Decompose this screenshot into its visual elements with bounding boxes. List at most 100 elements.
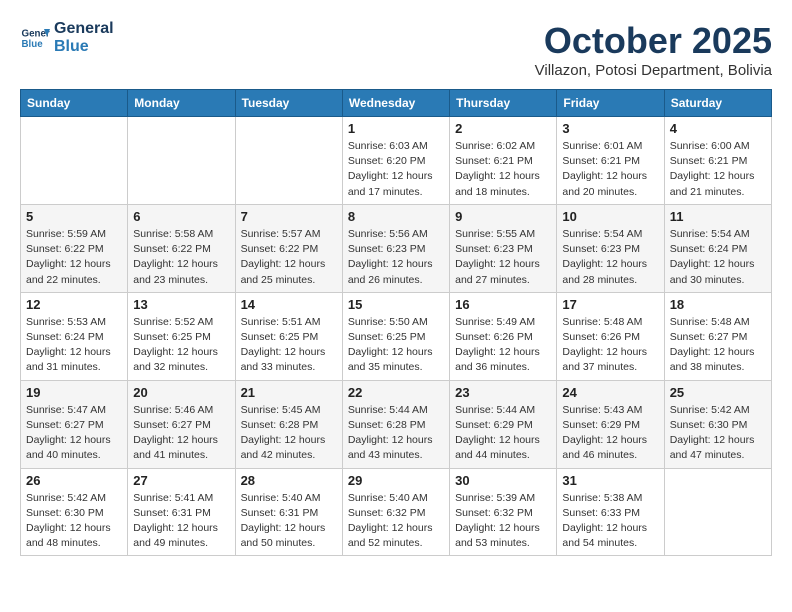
day-info: Sunrise: 5:44 AM Sunset: 6:29 PM Dayligh… (455, 403, 551, 464)
calendar-cell: 21 Sunrise: 5:45 AM Sunset: 6:28 PM Dayli… (235, 380, 342, 468)
logo-icon: General Blue (20, 23, 50, 53)
day-number: 26 (26, 473, 122, 488)
calendar-cell: 30Sunrise: 5:39 AM Sunset: 6:32 PM Dayli… (450, 468, 557, 556)
day-info: Sunrise: 5:49 AM Sunset: 6:26 PM Dayligh… (455, 315, 551, 376)
day-info: Sunrise: 6:03 AM Sunset: 6:20 PM Dayligh… (348, 139, 444, 200)
day-number: 10 (562, 209, 658, 224)
calendar-cell: 2 Sunrise: 6:02 AM Sunset: 6:21 PM Daylig… (450, 117, 557, 205)
calendar-cell: 15Sunrise: 5:50 AM Sunset: 6:25 PM Dayli… (342, 292, 449, 380)
day-number: 4 (670, 121, 766, 136)
day-info: Sunrise: 5:58 AM Sunset: 6:22 PM Dayligh… (133, 227, 229, 288)
calendar-cell: 28 Sunrise: 5:40 AM Sunset: 6:31 PM Dayli… (235, 468, 342, 556)
calendar-cell: 16 Sunrise: 5:49 AM Sunset: 6:26 PM Dayli… (450, 292, 557, 380)
calendar-cell: 1 Sunrise: 6:03 AM Sunset: 6:20 PM Daylig… (342, 117, 449, 205)
day-number: 15 (348, 297, 444, 312)
day-number: 14 (241, 297, 337, 312)
day-info: Sunrise: 5:43 AM Sunset: 6:29 PM Dayligh… (562, 403, 658, 464)
day-info: Sunrise: 5:57 AM Sunset: 6:22 PM Dayligh… (241, 227, 337, 288)
svg-text:Blue: Blue (22, 39, 44, 50)
day-number: 18 (670, 297, 766, 312)
logo-blue: Blue (54, 38, 114, 56)
day-info: Sunrise: 5:41 AM Sunset: 6:31 PM Dayligh… (133, 491, 229, 552)
day-number: 9 (455, 209, 551, 224)
day-info: Sunrise: 5:44 AM Sunset: 6:28 PM Dayligh… (348, 403, 444, 464)
calendar-cell (128, 117, 235, 205)
day-info: Sunrise: 5:40 AM Sunset: 6:32 PM Dayligh… (348, 491, 444, 552)
day-number: 19 (26, 385, 122, 400)
day-info: Sunrise: 5:48 AM Sunset: 6:26 PM Dayligh… (562, 315, 658, 376)
calendar-cell: 25Sunrise: 5:42 AM Sunset: 6:30 PM Dayli… (664, 380, 771, 468)
day-number: 16 (455, 297, 551, 312)
calendar-cell: 27Sunrise: 5:41 AM Sunset: 6:31 PM Dayli… (128, 468, 235, 556)
day-number: 29 (348, 473, 444, 488)
weekday-thursday: Thursday (450, 90, 557, 117)
calendar-cell: 23 Sunrise: 5:44 AM Sunset: 6:29 PM Dayli… (450, 380, 557, 468)
calendar-cell: 11 Sunrise: 5:54 AM Sunset: 6:24 PM Dayli… (664, 204, 771, 292)
calendar-cell: 20 Sunrise: 5:46 AM Sunset: 6:27 PM Dayli… (128, 380, 235, 468)
weekday-saturday: Saturday (664, 90, 771, 117)
calendar-cell: 9 Sunrise: 5:55 AM Sunset: 6:23 PM Daylig… (450, 204, 557, 292)
calendar-cell: 24 Sunrise: 5:43 AM Sunset: 6:29 PM Dayli… (557, 380, 664, 468)
day-number: 24 (562, 385, 658, 400)
calendar-cell: 7 Sunrise: 5:57 AM Sunset: 6:22 PM Daylig… (235, 204, 342, 292)
weekday-wednesday: Wednesday (342, 90, 449, 117)
week-row-4: 19 Sunrise: 5:47 AM Sunset: 6:27 PM Dayli… (21, 380, 772, 468)
week-row-2: 5Sunrise: 5:59 AM Sunset: 6:22 PM Daylig… (21, 204, 772, 292)
calendar-cell: 3Sunrise: 6:01 AM Sunset: 6:21 PM Daylig… (557, 117, 664, 205)
day-number: 6 (133, 209, 229, 224)
week-row-3: 12Sunrise: 5:53 AM Sunset: 6:24 PM Dayli… (21, 292, 772, 380)
calendar-cell: 31Sunrise: 5:38 AM Sunset: 6:33 PM Dayli… (557, 468, 664, 556)
day-number: 28 (241, 473, 337, 488)
day-number: 20 (133, 385, 229, 400)
day-number: 7 (241, 209, 337, 224)
calendar-cell: 4Sunrise: 6:00 AM Sunset: 6:21 PM Daylig… (664, 117, 771, 205)
day-info: Sunrise: 5:47 AM Sunset: 6:27 PM Dayligh… (26, 403, 122, 464)
day-number: 5 (26, 209, 122, 224)
weekday-friday: Friday (557, 90, 664, 117)
calendar-cell: 10 Sunrise: 5:54 AM Sunset: 6:23 PM Dayli… (557, 204, 664, 292)
month-title: October 2025 (535, 20, 772, 62)
day-info: Sunrise: 5:53 AM Sunset: 6:24 PM Dayligh… (26, 315, 122, 376)
location: Villazon, Potosi Department, Bolivia (535, 62, 772, 79)
calendar-cell (664, 468, 771, 556)
week-row-1: 1 Sunrise: 6:03 AM Sunset: 6:20 PM Daylig… (21, 117, 772, 205)
day-number: 25 (670, 385, 766, 400)
weekday-header-row: SundayMondayTuesdayWednesdayThursdayFrid… (21, 90, 772, 117)
calendar-body: 1 Sunrise: 6:03 AM Sunset: 6:20 PM Daylig… (21, 117, 772, 556)
day-number: 1 (348, 121, 444, 136)
day-info: Sunrise: 5:55 AM Sunset: 6:23 PM Dayligh… (455, 227, 551, 288)
calendar-cell: 29 Sunrise: 5:40 AM Sunset: 6:32 PM Dayli… (342, 468, 449, 556)
weekday-monday: Monday (128, 90, 235, 117)
calendar-cell (21, 117, 128, 205)
calendar-cell: 19 Sunrise: 5:47 AM Sunset: 6:27 PM Dayli… (21, 380, 128, 468)
calendar-table: SundayMondayTuesdayWednesdayThursdayFrid… (20, 89, 772, 556)
week-row-5: 26 Sunrise: 5:42 AM Sunset: 6:30 PM Dayli… (21, 468, 772, 556)
title-block: October 2025 Villazon, Potosi Department… (535, 20, 772, 79)
day-number: 30 (455, 473, 551, 488)
day-info: Sunrise: 6:02 AM Sunset: 6:21 PM Dayligh… (455, 139, 551, 200)
calendar-cell: 26 Sunrise: 5:42 AM Sunset: 6:30 PM Dayli… (21, 468, 128, 556)
calendar-cell: 8Sunrise: 5:56 AM Sunset: 6:23 PM Daylig… (342, 204, 449, 292)
day-info: Sunrise: 5:56 AM Sunset: 6:23 PM Dayligh… (348, 227, 444, 288)
day-number: 31 (562, 473, 658, 488)
day-number: 23 (455, 385, 551, 400)
day-number: 3 (562, 121, 658, 136)
day-info: Sunrise: 5:52 AM Sunset: 6:25 PM Dayligh… (133, 315, 229, 376)
day-number: 21 (241, 385, 337, 400)
day-info: Sunrise: 5:54 AM Sunset: 6:23 PM Dayligh… (562, 227, 658, 288)
day-number: 17 (562, 297, 658, 312)
day-info: Sunrise: 5:45 AM Sunset: 6:28 PM Dayligh… (241, 403, 337, 464)
calendar-cell: 17 Sunrise: 5:48 AM Sunset: 6:26 PM Dayli… (557, 292, 664, 380)
calendar-cell (235, 117, 342, 205)
weekday-sunday: Sunday (21, 90, 128, 117)
day-info: Sunrise: 5:40 AM Sunset: 6:31 PM Dayligh… (241, 491, 337, 552)
day-info: Sunrise: 5:42 AM Sunset: 6:30 PM Dayligh… (26, 491, 122, 552)
day-info: Sunrise: 5:51 AM Sunset: 6:25 PM Dayligh… (241, 315, 337, 376)
day-info: Sunrise: 5:54 AM Sunset: 6:24 PM Dayligh… (670, 227, 766, 288)
logo: General Blue General Blue (20, 20, 114, 55)
day-number: 2 (455, 121, 551, 136)
day-info: Sunrise: 5:46 AM Sunset: 6:27 PM Dayligh… (133, 403, 229, 464)
calendar-cell: 18Sunrise: 5:48 AM Sunset: 6:27 PM Dayli… (664, 292, 771, 380)
calendar-cell: 5Sunrise: 5:59 AM Sunset: 6:22 PM Daylig… (21, 204, 128, 292)
day-number: 11 (670, 209, 766, 224)
